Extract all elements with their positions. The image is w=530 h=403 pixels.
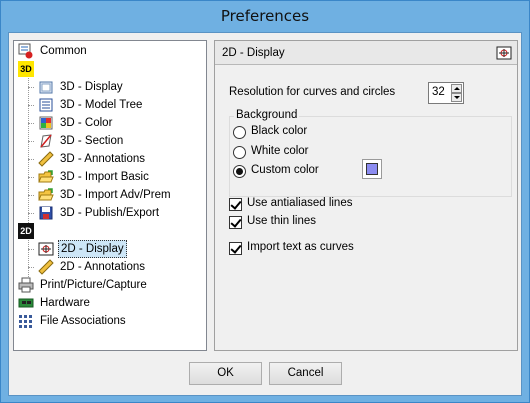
window-title: Preferences	[220, 7, 310, 25]
tree-item-label: Hardware	[40, 297, 90, 309]
tree-item-label: 3D - Import Basic	[60, 171, 149, 183]
tree-item-label: 3D - Import Adv/Prem	[60, 189, 171, 201]
tree-item-label: 2D - Display	[58, 240, 127, 258]
display-2d-icon	[38, 241, 54, 257]
custom-color-radio[interactable]	[233, 165, 246, 178]
tree-item-print-picture-capture[interactable]: Print/Picture/Capture	[18, 276, 188, 294]
custom-color-swatch[interactable]	[362, 159, 382, 179]
color-fill	[366, 163, 378, 175]
folder-open-icon	[38, 187, 54, 203]
spin-up-button[interactable]	[451, 84, 462, 93]
tree-item-3d-model-tree[interactable]: 3D - Model Tree	[38, 96, 188, 114]
tree-item-label: File Associations	[40, 315, 126, 327]
tree-item-file-associations[interactable]: File Associations	[18, 312, 188, 330]
panel-title: 2D - Display	[222, 47, 285, 59]
thin-lines-label[interactable]: Use thin lines	[247, 215, 316, 227]
tree-item-3d-import-adv-prem[interactable]: 3D - Import Adv/Prem	[38, 186, 188, 204]
tree-item-3d-import-basic[interactable]: 3D - Import Basic	[38, 168, 188, 186]
white-color-label[interactable]: White color	[251, 145, 309, 157]
tree-item-label: Print/Picture/Capture	[40, 279, 147, 291]
display-2d-icon	[496, 45, 512, 61]
palette-icon	[38, 115, 54, 131]
display-icon	[38, 79, 54, 95]
black-color-radio[interactable]	[233, 126, 246, 139]
tree-item-label: 3D - Publish/Export	[60, 207, 160, 219]
file-associations-icon	[18, 313, 34, 329]
preferences-tree[interactable]: Common 3D 3D - Display 3D - Model Tree 3…	[13, 40, 207, 351]
background-group-title: Background	[234, 109, 300, 121]
ruler-icon	[38, 259, 54, 275]
folder-open-icon	[38, 169, 54, 185]
chip-icon	[18, 295, 34, 311]
model-tree-icon	[38, 97, 54, 113]
antialiased-lines-checkbox[interactable]	[229, 198, 242, 211]
white-color-radio[interactable]	[233, 146, 246, 159]
floppy-disk-icon	[38, 205, 54, 221]
import-text-as-curves-label[interactable]: Import text as curves	[247, 241, 354, 253]
ok-button[interactable]: OK	[189, 362, 262, 385]
import-text-as-curves-checkbox[interactable]	[229, 242, 242, 255]
tree-item-3d-category[interactable]: 3D	[18, 60, 38, 78]
tree-item-label: 3D - Color	[60, 117, 113, 129]
ruler-icon	[38, 151, 54, 167]
custom-color-label[interactable]: Custom color	[251, 164, 319, 176]
tree-item-label: 2D - Annotations	[60, 261, 146, 273]
tree-item-label: 3D - Model Tree	[60, 99, 143, 111]
resolution-value[interactable]: 32	[432, 86, 445, 98]
black-color-label[interactable]: Black color	[251, 125, 307, 137]
dialog-client-area: Common 3D 3D - Display 3D - Model Tree 3…	[8, 32, 522, 396]
tree-item-3d-annotations[interactable]: 3D - Annotations	[38, 150, 188, 168]
tree-item-2d-annotations[interactable]: 2D - Annotations	[38, 258, 188, 276]
antialiased-lines-label[interactable]: Use antialiased lines	[247, 197, 352, 209]
cancel-button[interactable]: Cancel	[269, 362, 342, 385]
thin-lines-checkbox[interactable]	[229, 216, 242, 229]
spin-down-button[interactable]	[451, 93, 462, 102]
resolution-spinner[interactable]: 32	[428, 82, 464, 104]
tree-item-label: 3D - Annotations	[60, 153, 146, 165]
tree-item-2d-category[interactable]: 2D	[18, 222, 38, 240]
settings-icon	[18, 43, 34, 59]
tree-item-3d-section[interactable]: 3D - Section	[38, 132, 188, 150]
tree-item-common[interactable]: Common	[18, 42, 188, 60]
settings-panel: 2D - Display Resolution for curves and c…	[214, 40, 518, 351]
3d-category-icon: 3D	[18, 61, 34, 77]
section-icon	[38, 133, 54, 149]
printer-icon	[18, 277, 34, 293]
tree-item-label: Common	[40, 45, 87, 57]
preferences-window: Preferences Common 3D 3D - Display 3D - …	[0, 0, 530, 403]
resolution-label: Resolution for curves and circles	[229, 86, 396, 98]
panel-header: 2D - Display	[215, 41, 517, 65]
tree-item-hardware[interactable]: Hardware	[18, 294, 188, 312]
tree-item-2d-display[interactable]: 2D - Display	[38, 240, 188, 258]
2d-category-icon: 2D	[18, 223, 34, 239]
tree-item-label: 3D - Section	[60, 135, 124, 147]
tree-item-label: 3D - Display	[60, 81, 123, 93]
tree-item-3d-publish-export[interactable]: 3D - Publish/Export	[38, 204, 188, 222]
tree-item-3d-display[interactable]: 3D - Display	[38, 78, 188, 96]
tree-item-3d-color[interactable]: 3D - Color	[38, 114, 188, 132]
